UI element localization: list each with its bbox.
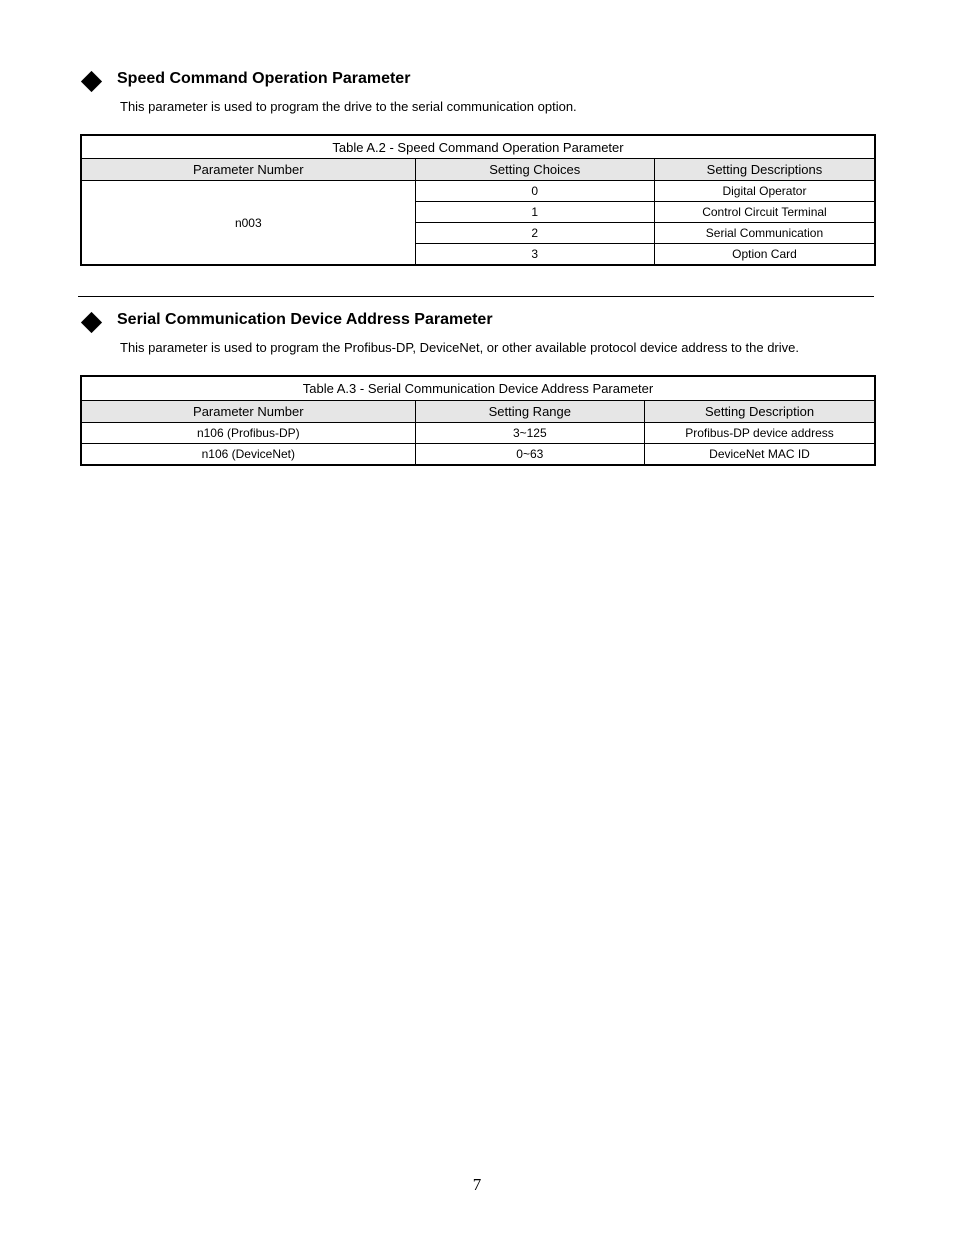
table-row: n106 (DeviceNet) 0~63 DeviceNet MAC ID <box>81 443 875 465</box>
table-cell: 2 <box>415 223 654 244</box>
table-cell: Option Card <box>654 244 875 266</box>
table-cell-param: n003 <box>81 181 415 266</box>
table-cell: Serial Communication <box>654 223 875 244</box>
page-number: 7 <box>0 1175 954 1195</box>
section-title: Serial Communication Device Address Para… <box>117 311 493 329</box>
table-row: n003 0 Digital Operator <box>81 181 875 202</box>
table-caption: Table A.2 - Speed Command Operation Para… <box>81 135 875 159</box>
section-header: Speed Command Operation Parameter <box>78 70 876 89</box>
table-header-cell: Setting Choices <box>415 159 654 181</box>
diamond-icon <box>81 312 102 333</box>
table-cell: 3 <box>415 244 654 266</box>
table-cell: Digital Operator <box>654 181 875 202</box>
table-a3: Table A.3 - Serial Communication Device … <box>80 375 876 466</box>
table-cell: 0~63 <box>415 443 644 465</box>
table-header-cell: Setting Description <box>645 400 876 422</box>
section-header: Serial Communication Device Address Para… <box>78 311 876 330</box>
table-row: n106 (Profibus-DP) 3~125 Profibus-DP dev… <box>81 422 875 443</box>
table-a2: Table A.2 - Speed Command Operation Para… <box>80 134 876 267</box>
table-header-cell: Setting Range <box>415 400 644 422</box>
table-cell: 0 <box>415 181 654 202</box>
table-header-cell: Setting Descriptions <box>654 159 875 181</box>
table-cell: n106 (DeviceNet) <box>81 443 415 465</box>
table-cell: 1 <box>415 202 654 223</box>
table-cell: DeviceNet MAC ID <box>645 443 876 465</box>
table-cell: 3~125 <box>415 422 644 443</box>
table-cell: Profibus-DP device address <box>645 422 876 443</box>
table-cell: n106 (Profibus-DP) <box>81 422 415 443</box>
table-header-row: Parameter Number Setting Range Setting D… <box>81 400 875 422</box>
table-cell: Control Circuit Terminal <box>654 202 875 223</box>
table-caption: Table A.3 - Serial Communication Device … <box>81 376 875 400</box>
section-title: Speed Command Operation Parameter <box>117 70 410 88</box>
section-description: This parameter is used to program the Pr… <box>120 340 876 357</box>
section-description: This parameter is used to program the dr… <box>120 99 876 116</box>
table-header-cell: Parameter Number <box>81 400 415 422</box>
table-header-row: Parameter Number Setting Choices Setting… <box>81 159 875 181</box>
section-divider <box>78 296 874 297</box>
section-serial-comm: Serial Communication Device Address Para… <box>78 311 876 465</box>
diamond-icon <box>81 71 102 92</box>
table-caption-row: Table A.2 - Speed Command Operation Para… <box>81 135 875 159</box>
table-caption-row: Table A.3 - Serial Communication Device … <box>81 376 875 400</box>
section-speed-command: Speed Command Operation Parameter This p… <box>78 70 876 266</box>
table-header-cell: Parameter Number <box>81 159 415 181</box>
